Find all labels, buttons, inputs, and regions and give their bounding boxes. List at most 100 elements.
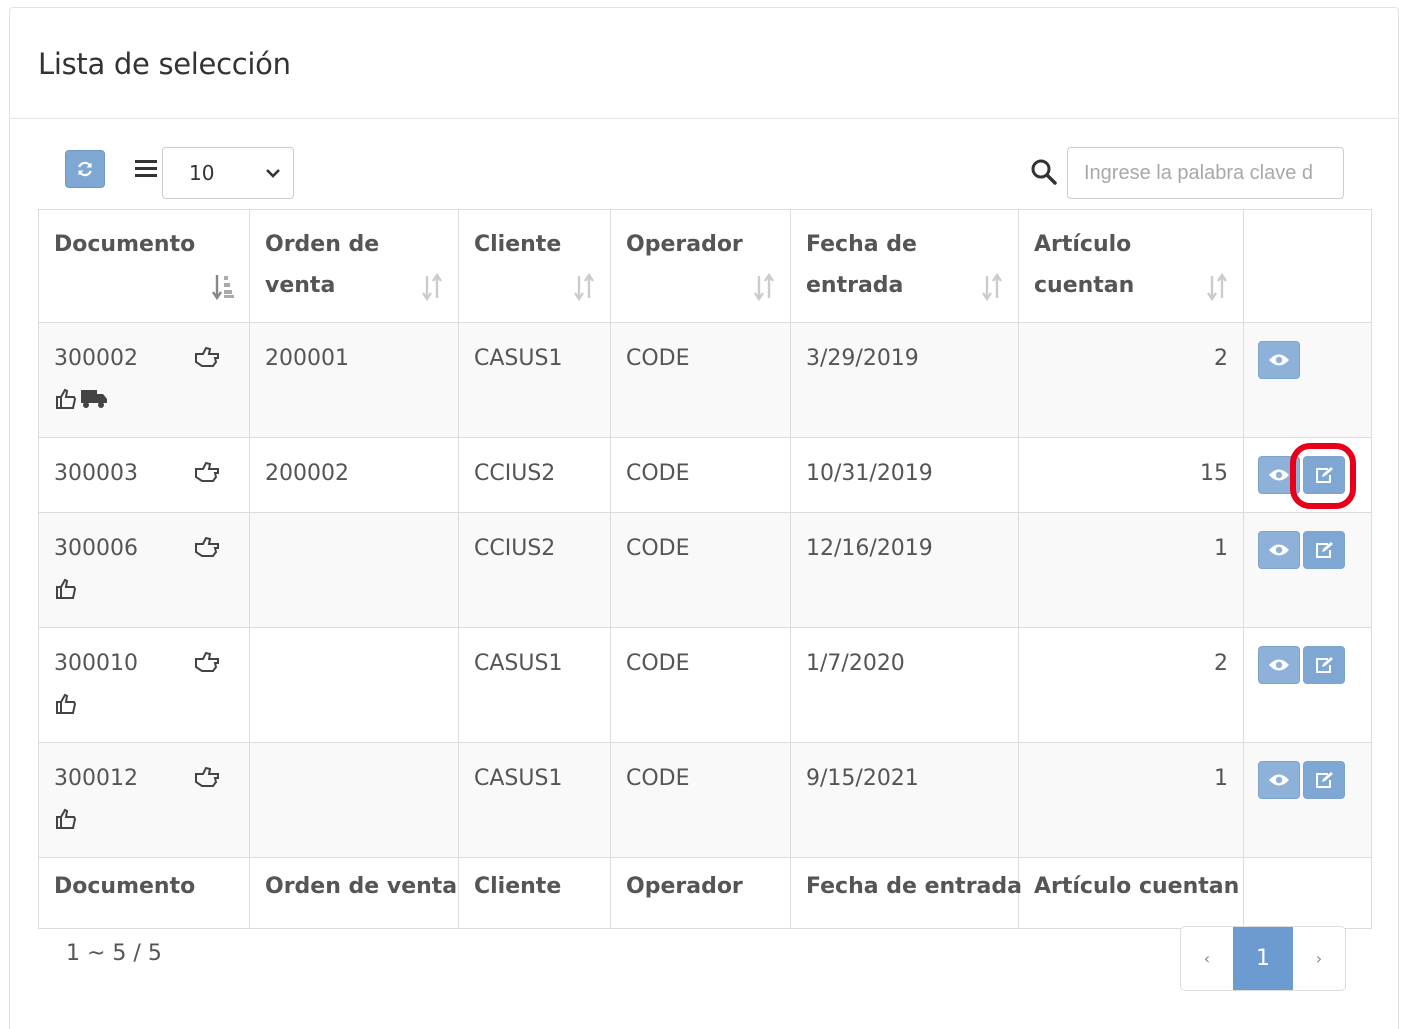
refresh-icon — [78, 161, 92, 177]
panel-header: Lista de selección — [10, 8, 1398, 119]
edit-button[interactable] — [1290, 443, 1356, 509]
cell-documento: 300006 — [38, 512, 250, 628]
header-actions — [1243, 209, 1372, 323]
view-button[interactable] — [1258, 341, 1300, 379]
cell-orden: 200002 — [249, 437, 459, 513]
cell-cuentan: 1 — [1018, 742, 1244, 858]
table-row: 300003 200002 CCIUS2 CODE 10/31/2019 15 — [38, 437, 1372, 513]
pagination: ‹ 1 › — [1180, 926, 1346, 991]
footer-actions — [1243, 857, 1372, 929]
cell-orden — [249, 627, 459, 743]
hand-point-right-icon[interactable] — [193, 460, 221, 484]
cell-documento: 300010 — [38, 627, 250, 743]
refresh-button[interactable] — [65, 150, 105, 188]
cell-fecha: 12/16/2019 — [790, 512, 1019, 628]
cell-operador: CODE — [610, 627, 791, 743]
header-fecha-de-entrada[interactable]: Fecha de entrada — [790, 209, 1019, 323]
view-button[interactable] — [1258, 456, 1300, 494]
page-button-current[interactable]: 1 — [1233, 927, 1293, 990]
selection-list-panel: Lista de selección 10 Ingrese la palabra… — [9, 7, 1399, 1029]
table-row: 300010 CASUS1 CODE 1/7/2020 2 — [38, 627, 1372, 743]
cell-operador: CODE — [610, 742, 791, 858]
cell-orden: 200001 — [249, 322, 459, 438]
list-icon — [135, 160, 157, 178]
cell-cuentan: 2 — [1018, 322, 1244, 438]
table-row: 300006 CCIUS2 CODE 12/16/2019 1 — [38, 512, 1372, 628]
cell-cliente: CCIUS2 — [458, 437, 611, 513]
chevron-down-icon — [266, 169, 280, 178]
cell-cuentan: 1 — [1018, 512, 1244, 628]
cell-actions — [1243, 742, 1372, 858]
search-icon — [1031, 159, 1057, 185]
sort-icon — [754, 273, 774, 301]
cell-orden — [249, 512, 459, 628]
footer-cliente: Cliente — [458, 857, 611, 929]
edit-icon — [1316, 467, 1333, 483]
hand-point-right-icon[interactable] — [193, 765, 221, 789]
page-title: Lista de selección — [38, 47, 291, 81]
view-button[interactable] — [1258, 646, 1300, 684]
view-button[interactable] — [1258, 761, 1300, 799]
cell-cliente: CASUS1 — [458, 322, 611, 438]
header-orden-de-venta[interactable]: Orden de venta — [249, 209, 459, 323]
thumbs-up-icon[interactable] — [54, 387, 78, 411]
eye-icon — [1269, 544, 1289, 556]
cell-cliente: CCIUS2 — [458, 512, 611, 628]
footer-orden-de-venta: Orden de venta — [249, 857, 459, 929]
page-size-select[interactable]: 10 — [162, 147, 294, 199]
cell-fecha: 1/7/2020 — [790, 627, 1019, 743]
footer-documento: Documento — [38, 857, 250, 929]
cell-fecha: 10/31/2019 — [790, 437, 1019, 513]
cell-documento: 300002 — [38, 322, 250, 438]
cell-cliente: CASUS1 — [458, 627, 611, 743]
cell-orden — [249, 742, 459, 858]
sort-icon — [574, 273, 594, 301]
eye-icon — [1269, 354, 1289, 366]
cell-actions — [1243, 437, 1372, 513]
cell-operador: CODE — [610, 512, 791, 628]
cell-fecha: 3/29/2019 — [790, 322, 1019, 438]
table-row: 300012 CASUS1 CODE 9/15/2021 1 — [38, 742, 1372, 858]
table-toolbar: 10 — [10, 146, 1398, 202]
edit-button[interactable] — [1303, 646, 1345, 684]
footer-operador: Operador — [610, 857, 791, 929]
sort-asc-icon — [212, 275, 234, 301]
prev-page-button[interactable]: ‹ — [1181, 927, 1233, 990]
sort-icon — [1207, 273, 1227, 301]
thumbs-up-icon[interactable] — [54, 692, 78, 716]
pagination-info: 1 ~ 5 / 5 — [66, 941, 162, 966]
cell-cuentan: 2 — [1018, 627, 1244, 743]
header-documento[interactable]: Documento — [38, 209, 250, 323]
table-footer-row: Documento Orden de venta Cliente Operado… — [38, 857, 1372, 929]
edit-icon — [1316, 657, 1333, 673]
selection-table: Documento Orden de venta Cliente Operado… — [38, 209, 1372, 929]
header-articulo-cuentan[interactable]: Artículo cuentan — [1018, 209, 1244, 323]
edit-icon — [1316, 542, 1333, 558]
cell-actions — [1243, 512, 1372, 628]
cell-operador: CODE — [610, 437, 791, 513]
search-input[interactable] — [1067, 147, 1344, 199]
cell-operador: CODE — [610, 322, 791, 438]
next-page-button[interactable]: › — [1293, 927, 1345, 990]
eye-icon — [1269, 659, 1289, 671]
hand-point-right-icon[interactable] — [193, 535, 221, 559]
cell-actions — [1243, 627, 1372, 743]
eye-icon — [1269, 469, 1289, 481]
hand-point-right-icon[interactable] — [193, 650, 221, 674]
truck-icon[interactable] — [80, 388, 108, 410]
view-button[interactable] — [1258, 531, 1300, 569]
thumbs-up-icon[interactable] — [54, 807, 78, 831]
header-cliente[interactable]: Cliente — [458, 209, 611, 323]
footer-fecha-de-entrada: Fecha de entrada — [790, 857, 1022, 929]
edit-button[interactable] — [1303, 531, 1345, 569]
header-operador[interactable]: Operador — [610, 209, 791, 323]
edit-button[interactable] — [1303, 761, 1345, 799]
edit-icon — [1316, 772, 1333, 788]
thumbs-up-icon[interactable] — [54, 577, 78, 601]
hand-point-right-icon[interactable] — [193, 345, 221, 369]
page-size-value: 10 — [189, 161, 215, 185]
cell-documento: 300003 — [38, 437, 250, 513]
cell-actions — [1243, 322, 1372, 438]
cell-cuentan: 15 — [1018, 437, 1244, 513]
table-row: 300002 200001 CASUS1 CODE 3/29/2019 2 — [38, 322, 1372, 438]
